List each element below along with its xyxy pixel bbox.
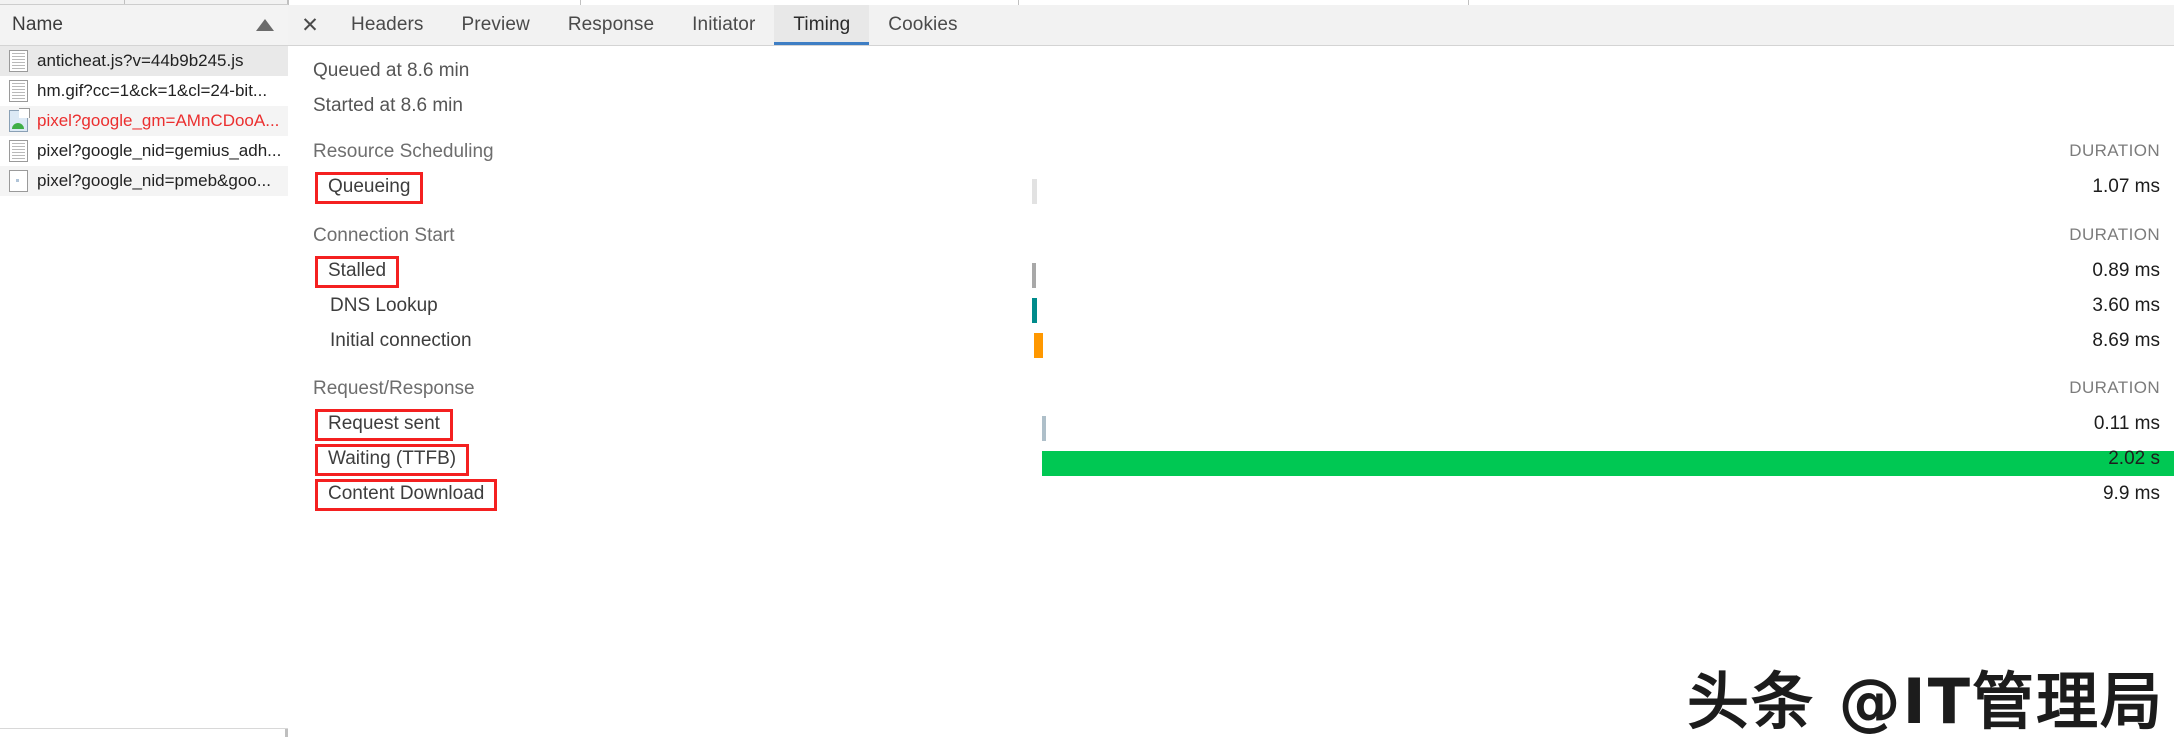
timing-row-label: DNS Lookup: [330, 295, 438, 316]
timing-row-duration: 0.89 ms: [2092, 260, 2160, 281]
started-at-text: Started at 8.6 min: [313, 95, 463, 116]
list-item[interactable]: pixel?google_gm=AMnCDooA...: [0, 106, 288, 136]
watermark-text: 头条 @IT管理局: [1686, 664, 2164, 737]
duration-column-header: DURATION: [2069, 378, 2160, 397]
timing-bar-waiting-ttfb: [1042, 451, 2174, 476]
request-list-header[interactable]: Name: [0, 5, 288, 46]
timing-bar-request-sent: [1042, 416, 1046, 441]
tiny-document-icon: [9, 170, 28, 192]
timing-row-label: Queueing: [315, 172, 424, 204]
timing-row-duration: 1.07 ms: [2092, 176, 2160, 197]
tab-timing[interactable]: Timing: [774, 5, 870, 45]
close-icon[interactable]: ✕: [288, 5, 332, 45]
column-header-name: Name: [12, 14, 64, 35]
timing-row-duration: 9.9 ms: [2102, 483, 2160, 504]
list-item-label: pixel?google_nid=gemius_adh...: [37, 141, 282, 160]
timing-row-label: Waiting (TTFB): [315, 444, 470, 476]
timing-row-request-sent[interactable]: Request sent 0.11 ms: [288, 409, 2174, 447]
timing-row-duration: 8.69 ms: [2092, 330, 2160, 351]
list-item-label: anticheat.js?v=44b9b245.js: [37, 51, 244, 70]
timing-row-label: Stalled: [315, 256, 400, 288]
section-title: Request/Response: [313, 378, 475, 399]
list-item-label: pixel?google_gm=AMnCDooA...: [37, 111, 280, 130]
document-icon: [9, 80, 28, 102]
devtools-network-panel: Name anticheat.js?v=44b9b245.js hm.gif?c…: [0, 0, 2174, 737]
request-list-panel: Name anticheat.js?v=44b9b245.js hm.gif?c…: [0, 0, 288, 737]
timing-bar-dns-lookup: [1032, 298, 1037, 323]
document-icon: [9, 50, 28, 72]
sort-ascending-triangle-icon[interactable]: [256, 19, 274, 31]
document-icon: [9, 140, 28, 162]
timing-row-duration: 2.02 s: [2108, 448, 2160, 469]
timing-bar-initial-connection: [1034, 333, 1043, 358]
detail-tabbar[interactable]: ✕ Headers Preview Response Initiator Tim…: [288, 5, 2174, 46]
duration-column-header: DURATION: [2069, 225, 2160, 244]
list-item-label: pixel?google_nid=pmeb&goo...: [37, 171, 271, 190]
timing-section-resource-scheduling: Resource Scheduling DURATION Queueing 1.…: [288, 141, 2174, 210]
section-title: Resource Scheduling: [313, 141, 494, 162]
timing-row-duration: 0.11 ms: [2093, 413, 2160, 434]
timing-row-stalled[interactable]: Stalled 0.89 ms: [288, 256, 2174, 294]
tab-response[interactable]: Response: [549, 5, 673, 45]
image-icon: [9, 108, 30, 132]
request-list[interactable]: anticheat.js?v=44b9b245.js hm.gif?cc=1&c…: [0, 46, 288, 729]
timing-row-label: Request sent: [315, 409, 453, 441]
duration-column-header: DURATION: [2069, 141, 2160, 160]
tab-initiator[interactable]: Initiator: [673, 5, 774, 45]
section-header: Connection Start DURATION: [288, 225, 2174, 259]
list-item[interactable]: hm.gif?cc=1&ck=1&cl=24-bit...: [0, 76, 288, 106]
timing-section-request-response: Request/Response DURATION Request sent 0…: [288, 378, 2174, 517]
timing-row-duration: 3.60 ms: [2092, 295, 2160, 316]
timing-row-initial-connection[interactable]: Initial connection 8.69 ms: [288, 329, 2174, 364]
timing-row-waiting-ttfb[interactable]: Waiting (TTFB) 2.02 s: [288, 444, 2174, 482]
timing-row-label: Content Download: [315, 479, 498, 511]
timing-row-content-download[interactable]: Content Download 9.9 ms: [288, 479, 2174, 517]
timing-row-queueing[interactable]: Queueing 1.07 ms: [288, 172, 2174, 210]
tab-preview[interactable]: Preview: [443, 5, 549, 45]
list-item-label: hm.gif?cc=1&ck=1&cl=24-bit...: [37, 81, 268, 100]
tab-cookies[interactable]: Cookies: [869, 5, 976, 45]
timing-bar-queueing: [1032, 179, 1037, 204]
timing-bar-stalled: [1032, 263, 1036, 288]
list-item[interactable]: pixel?google_nid=pmeb&goo...: [0, 166, 288, 196]
timing-row-label: Initial connection: [330, 330, 472, 351]
timing-section-connection-start: Connection Start DURATION Stalled 0.89 m…: [288, 225, 2174, 364]
detail-pane: ✕ Headers Preview Response Initiator Tim…: [288, 0, 2174, 737]
list-item[interactable]: anticheat.js?v=44b9b245.js: [0, 46, 288, 76]
timing-content: Queued at 8.6 min Started at 8.6 min Res…: [288, 46, 2174, 737]
timing-row-dns-lookup[interactable]: DNS Lookup 3.60 ms: [288, 294, 2174, 329]
section-header: Resource Scheduling DURATION: [288, 141, 2174, 175]
section-header: Request/Response DURATION: [288, 378, 2174, 412]
section-title: Connection Start: [313, 225, 455, 246]
list-item[interactable]: pixel?google_nid=gemius_adh...: [0, 136, 288, 166]
queued-at-text: Queued at 8.6 min: [313, 60, 470, 81]
tab-headers[interactable]: Headers: [332, 5, 443, 45]
